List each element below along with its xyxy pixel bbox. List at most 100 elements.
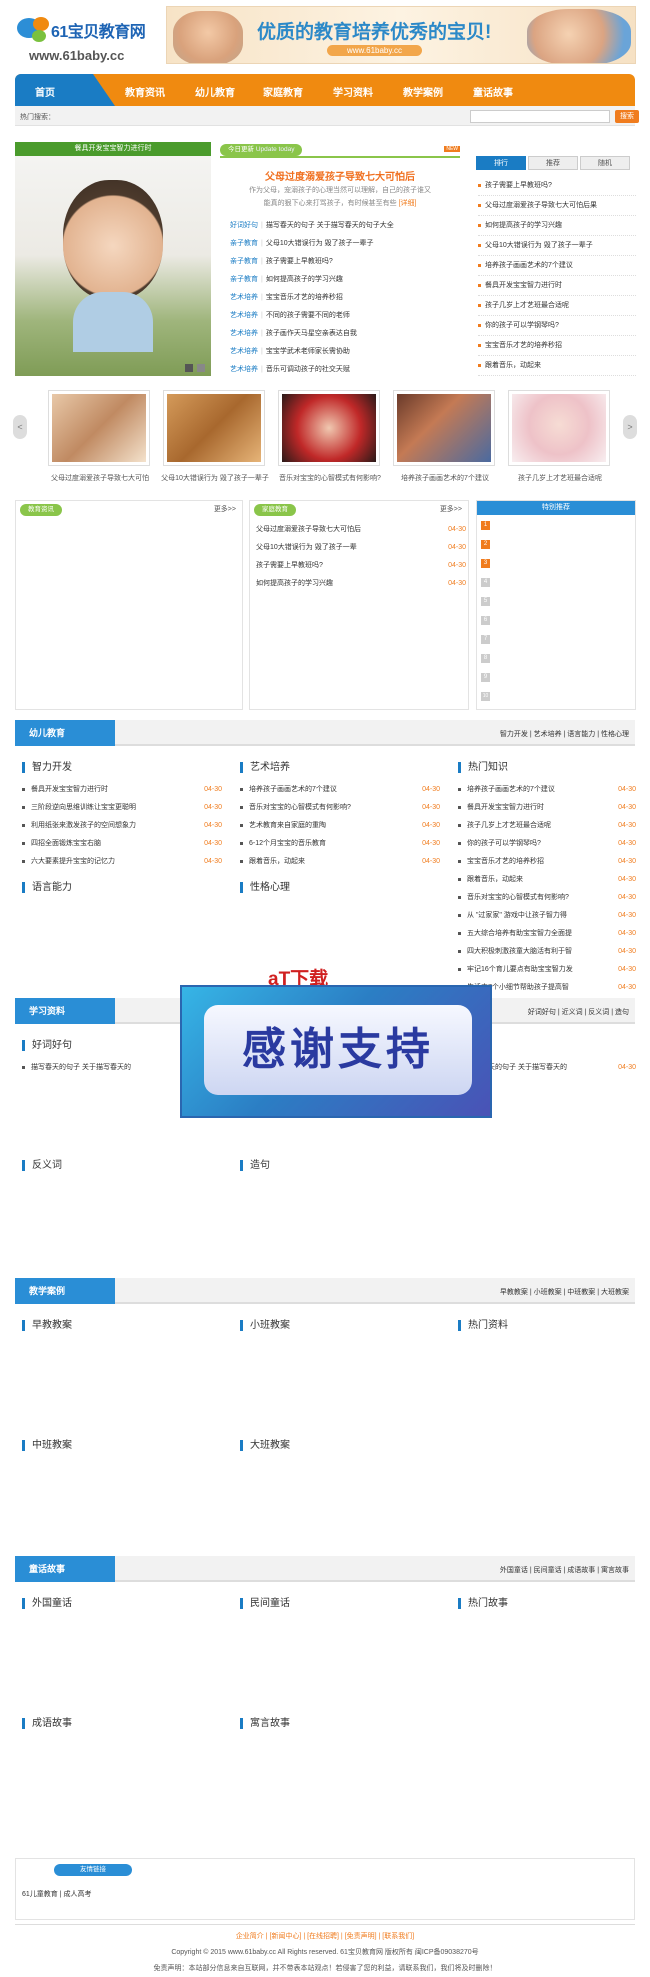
section-links[interactable]: 智力开发 | 艺术培养 | 语言能力 | 性格心理	[500, 729, 629, 739]
col-hot-resources: 热门资料	[458, 1320, 650, 1339]
list-item[interactable]: 艺术培养 | 不同的孩子需要不同的老师	[230, 307, 460, 325]
list-item[interactable]: 艺术培养 | 孩子画作天马星空亲表达自我	[230, 325, 460, 343]
section-title[interactable]: 幼儿教育	[15, 720, 115, 746]
focus-slider[interactable]: 餐具开发宝宝智力进行时	[15, 142, 211, 376]
family-more-link[interactable]: 更多>>	[440, 504, 462, 514]
section-links[interactable]: 早教教案 | 小班教案 | 中班教案 | 大班教案	[500, 1287, 629, 1297]
today-header: 今日更新 Update today NEW	[220, 144, 460, 158]
featured-box: 特别推荐 1 2 3 4 5 6 7 8 9 10	[476, 500, 636, 710]
photo-strip: < 父母过度溺爱孩子导致七大可怕 父母10大错误行为 毁了孩子一辈子 音乐对宝宝…	[13, 390, 637, 482]
list-item[interactable]: 好词好句 | 描写春天的句子 关于描写春天的句子大全	[230, 217, 460, 235]
list-item[interactable]: 跟着音乐，动起来	[478, 356, 636, 376]
tab-rank[interactable]: 排行	[476, 156, 526, 170]
list-item[interactable]: 孩子几岁上才艺班最合适呢	[478, 296, 636, 316]
list-item[interactable]: 音乐对宝宝的心智模式有何影响? 04-30	[458, 889, 636, 907]
section-cases-header: 教学案例 早教教案 | 小班教案 | 中班教案 | 大班教案	[15, 1278, 635, 1304]
hot-search-label: 热门搜索：	[20, 114, 55, 121]
list-item[interactable]: 艺术教育来自家庭的重陶 04-30	[240, 817, 440, 835]
list-item[interactable]: 你的孩子可以学钢琴吗?	[478, 316, 636, 336]
strip-prev-button[interactable]: <	[13, 415, 27, 439]
section-links[interactable]: 好词好句 | 近义词 | 反义词 | 造句	[528, 1007, 629, 1017]
nav-item-study[interactable]: 学习资料	[333, 84, 373, 99]
strip-item[interactable]: 孩子几岁上才艺班最合适呢	[508, 390, 610, 482]
list-item[interactable]: 艺术培养 | 宝宝学武术老师家长需协助	[230, 343, 460, 361]
search-button[interactable]: 搜索	[615, 110, 639, 123]
footer-links[interactable]: 企业简介 | [新闻中心] | [在线招聘] | [免责声明] | [联系我们]	[15, 1929, 635, 1945]
list-item[interactable]: 三阶段逆向思维训练让宝宝更聪明 04-30	[22, 799, 222, 817]
rank-number: 9	[481, 673, 490, 682]
list-item[interactable]: 从 "过家家" 游戏中让孩子智力得 04-30	[458, 907, 636, 925]
section-title[interactable]: 教学案例	[15, 1278, 115, 1304]
list-item[interactable]: 培养孩子画画艺术的7个建议 04-30	[240, 781, 440, 799]
list-item[interactable]: 父母过度溺爱孩子导致七大可怕后果	[478, 196, 636, 216]
list-item[interactable]: 四招全面锻炼宝宝右脑 04-30	[22, 835, 222, 853]
nav-item-stories[interactable]: 童话故事	[473, 84, 513, 99]
list-item[interactable]: 餐具开发宝宝智力进行时 04-30	[22, 781, 222, 799]
focus-caption: 餐具开发宝宝智力进行时	[15, 142, 211, 156]
list-item[interactable]: 孩子需要上早教班吗? 04-30	[256, 557, 466, 575]
focus-prev-dot[interactable]	[185, 364, 193, 372]
list-item[interactable]: 你的孩子可以学钢琴吗? 04-30	[458, 835, 636, 853]
list-item[interactable]: 培养孩子画画艺术的7个建议 04-30	[458, 781, 636, 799]
today-badge: 今日更新 Update today	[220, 144, 303, 156]
tab-random[interactable]: 随机	[580, 156, 630, 170]
thanks-overlay-banner[interactable]: 感谢支持	[180, 985, 492, 1118]
site-logo[interactable]: 61宝贝教育网 www.61baby.cc	[15, 10, 165, 66]
list-item[interactable]: 亲子教育 | 如何提高孩子的学习兴趣	[230, 271, 460, 289]
list-item[interactable]: 培养孩子画画艺术的7个建议	[478, 256, 636, 276]
nav-item-family[interactable]: 家庭教育	[263, 84, 303, 99]
section-title[interactable]: 童话故事	[15, 1556, 115, 1582]
top-banner[interactable]: 优质的教育培养优秀的宝贝! www.61baby.cc	[166, 6, 636, 64]
list-item[interactable]: 音乐对宝宝的心智模式有何影响? 04-30	[240, 799, 440, 817]
list-item[interactable]: 六大要素提升宝宝的记忆力 04-30	[22, 853, 222, 871]
nav-item-news[interactable]: 教育资讯	[125, 84, 165, 99]
list-item[interactable]: 亲子教育 | 父母10大错误行为 毁了孩子一辈子	[230, 235, 460, 253]
news-box: 教育资讯 更多>>	[15, 500, 243, 710]
list-item[interactable]: 亲子教育 | 孩子需要上早教班吗?	[230, 253, 460, 271]
nav-item-preschool[interactable]: 幼儿教育	[195, 84, 235, 99]
list-item[interactable]: 如何提高孩子的学习兴趣	[478, 216, 636, 236]
col-art: 艺术培养 培养孩子画画艺术的7个建议 04-30 音乐对宝宝的心智模式有何影响? 0…	[240, 762, 440, 871]
list-item[interactable]: 父母10大错误行为 毁了孩子一辈 04-30	[256, 539, 466, 557]
today-headline[interactable]: 父母过度溺爱孩子导致七大可怕后	[220, 168, 460, 183]
section-links[interactable]: 外国童话 | 民间童话 | 成语故事 | 寓言故事	[500, 1565, 629, 1575]
list-item[interactable]: 6-12个月宝宝的音乐教育 04-30	[240, 835, 440, 853]
friend-links[interactable]: 61儿童教育 | 成人高考	[22, 1889, 92, 1899]
list-item[interactable]: 艺术培养 | 音乐可调动孩子的社交天赋	[230, 361, 460, 379]
nav-item-cases[interactable]: 教学案例	[403, 84, 443, 99]
focus-next-dot[interactable]	[197, 364, 205, 372]
list-item[interactable]: 父母10大错误行为 毁了孩子一辈子	[478, 236, 636, 256]
list-item[interactable]: 跟着音乐，动起来 04-30	[240, 853, 440, 871]
list-item[interactable]: 五大综合培养有助宝宝智力全面提 04-30	[458, 925, 636, 943]
strip-item[interactable]: 父母过度溺爱孩子导致七大可怕	[48, 390, 150, 482]
section-title[interactable]: 学习资料	[15, 998, 115, 1024]
strip-photo	[52, 394, 146, 462]
list-item[interactable]: 如何提高孩子的学习兴趣 04-30	[256, 575, 466, 593]
col-small-class: 小班教案	[240, 1320, 440, 1339]
banner-url: www.61baby.cc	[327, 45, 422, 56]
family-box: 家庭教育 更多>> 父母过度溺爱孩子导致七大可怕后 04-30 父母10大错误行为 …	[249, 500, 469, 710]
list-item[interactable]: 孩子需要上早教班吗?	[478, 176, 636, 196]
list-item[interactable]: 艺术培养 | 宝宝音乐才艺的培养秒招	[230, 289, 460, 307]
list-item[interactable]: 四大积极刺激孩童大脑活有利于智 04-30	[458, 943, 636, 961]
strip-item[interactable]: 培养孩子画画艺术的7个建议	[393, 390, 495, 482]
detail-link[interactable]: [详细]	[399, 200, 417, 207]
tab-recommend[interactable]: 推荐	[528, 156, 578, 170]
search-input[interactable]	[470, 110, 610, 123]
list-item[interactable]: 餐具开发宝宝智力进行时 04-30	[458, 799, 636, 817]
list-item[interactable]: 利用纸张来激发孩子的空间想象力 04-30	[22, 817, 222, 835]
strip-item[interactable]: 音乐对宝宝的心智模式有何影响?	[278, 390, 381, 482]
nav-home[interactable]: 首页	[15, 74, 115, 106]
list-item[interactable]: 牢记16个育儿要点有助宝宝智力发 04-30	[458, 961, 636, 979]
strip-next-button[interactable]: >	[623, 415, 637, 439]
list-item[interactable]: 跟着音乐，动起来 04-30	[458, 871, 636, 889]
list-item[interactable]: 孩子几岁上才艺班最合适呢 04-30	[458, 817, 636, 835]
list-item[interactable]: 父母过度溺爱孩子导致七大可怕后 04-30	[256, 521, 466, 539]
news-more-link[interactable]: 更多>>	[214, 504, 236, 514]
strip-item[interactable]: 父母10大错误行为 毁了孩子一辈子	[161, 390, 269, 482]
rank-number: 8	[481, 654, 490, 663]
list-item[interactable]: 宝宝音乐才艺的培养秒招 04-30	[458, 853, 636, 871]
section-preschool-header: 幼儿教育 智力开发 | 艺术培养 | 语言能力 | 性格心理	[15, 720, 635, 746]
list-item[interactable]: 餐具开发宝宝智力进行时	[478, 276, 636, 296]
list-item[interactable]: 宝宝音乐才艺的培养秒招	[478, 336, 636, 356]
